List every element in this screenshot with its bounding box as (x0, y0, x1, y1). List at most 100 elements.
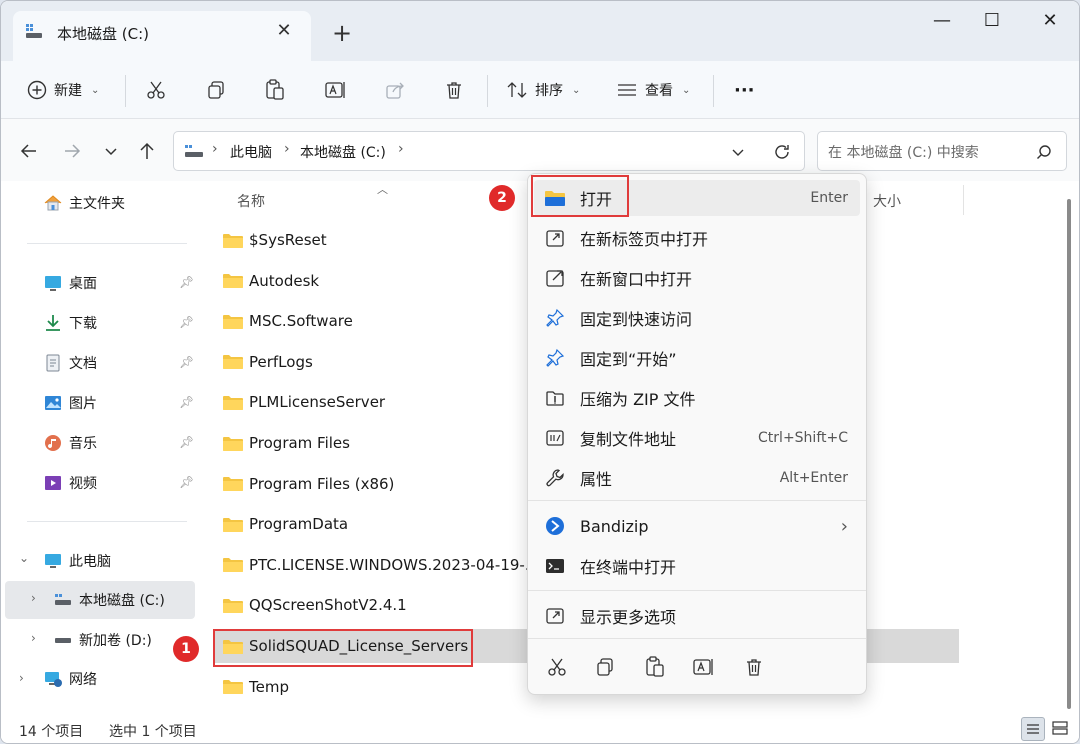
sidebar-item-label: 新加卷 (D:) (79, 633, 152, 649)
sidebar-item-label: 音乐 (69, 436, 97, 452)
menu-item-copy-path[interactable]: 复制文件地址 Ctrl+Shift+C (534, 420, 860, 456)
tiles-view-button[interactable] (1049, 717, 1073, 741)
address-dropdown-icon[interactable] (730, 144, 746, 160)
command-bar: 新建 ⌄ 排序 ⌄ 查看 ⌄ ··· (1, 61, 1079, 119)
menu-item-show-more-options[interactable]: 显示更多选项 (534, 598, 860, 634)
video-icon (45, 476, 61, 490)
menu-item-open-new-window[interactable]: 在新窗口中打开 (534, 260, 860, 296)
chevron-right-icon[interactable]: › (31, 591, 36, 605)
address-bar[interactable]: › 此电脑 › 本地磁盘 (C:) › (173, 131, 805, 171)
sidebar-item-label: 主文件夹 (69, 196, 125, 212)
menu-item-open-terminal[interactable]: 在终端中打开 (534, 548, 860, 584)
view-button[interactable]: 查看 ⌄ (616, 73, 690, 107)
column-header-name[interactable]: 名称 (237, 191, 265, 211)
menu-item-pin-start[interactable]: 固定到“开始” (534, 340, 860, 376)
zip-icon (544, 387, 566, 409)
sidebar-item-label: 此电脑 (69, 554, 111, 570)
pin-icon[interactable]: 📌︎ (179, 355, 194, 369)
menu-item-label: 复制文件地址 (580, 430, 677, 449)
cut-button[interactable] (146, 73, 166, 107)
menu-separator (528, 500, 866, 501)
status-bar: 14 个项目 选中 1 个项目 (1, 715, 1079, 743)
menu-item-bandizip[interactable]: Bandizip › (534, 508, 860, 544)
column-header-size[interactable]: 大小 (873, 191, 901, 211)
file-name: Temp (249, 677, 289, 696)
menu-delete-button[interactable] (739, 650, 769, 684)
new-tab-icon[interactable]: + (327, 18, 357, 48)
menu-item-label: 在新窗口中打开 (580, 270, 693, 289)
pin-icon[interactable]: 📌︎ (179, 275, 194, 289)
paste-button[interactable] (265, 73, 285, 107)
copy-button[interactable] (206, 73, 226, 107)
menu-item-properties[interactable]: 属性 Alt+Enter (534, 460, 860, 496)
up-arrow-icon[interactable] (133, 137, 161, 165)
vertical-scrollbar[interactable] (1067, 199, 1071, 709)
back-arrow-icon[interactable] (16, 137, 44, 165)
more-icon: ··· (734, 79, 755, 101)
chevron-right-icon: › (284, 141, 290, 157)
breadcrumb-local-disk[interactable]: 本地磁盘 (C:) (300, 142, 386, 162)
terminal-icon (544, 555, 566, 577)
folder-icon (223, 233, 243, 248)
recent-chevron-icon[interactable] (97, 137, 125, 165)
file-name: ProgramData (249, 515, 349, 534)
file-explorer-window: 本地磁盘 (C:) ✕ + — ☐ ✕ 新建 ⌄ 排序 ⌄ 查看 ⌄ ··· ›… (0, 0, 1080, 744)
menu-item-shortcut: Enter (810, 190, 848, 206)
address-row: › 此电脑 › 本地磁盘 (C:) › 在 本地磁盘 (C:) 中搜索 (1, 119, 1079, 181)
pin-icon[interactable]: 📌︎ (179, 315, 194, 329)
menu-paste-button[interactable] (640, 650, 670, 684)
chevron-right-icon[interactable]: › (19, 671, 24, 685)
file-name: PTC.LICENSE.WINDOWS.2023-04-19-... (249, 555, 540, 574)
folder-icon (223, 274, 243, 289)
rename-button[interactable] (325, 73, 347, 107)
home-icon (44, 195, 62, 211)
chevron-right-icon[interactable]: › (31, 631, 36, 645)
menu-item-compress-zip[interactable]: 压缩为 ZIP 文件 (534, 380, 860, 416)
scissors-icon (548, 658, 566, 676)
refresh-icon[interactable] (772, 142, 792, 162)
pin-icon (544, 307, 566, 329)
search-input[interactable]: 在 本地磁盘 (C:) 中搜索 (817, 131, 1067, 171)
menu-cut-button[interactable] (542, 650, 572, 684)
sort-button[interactable]: 排序 ⌄ (506, 73, 580, 107)
menu-item-label: 属性 (580, 470, 613, 489)
search-icon[interactable] (1036, 144, 1052, 160)
pin-icon[interactable]: 📌︎ (179, 395, 194, 409)
delete-button[interactable] (444, 73, 464, 107)
sidebar-item-label: 桌面 (69, 276, 97, 292)
sidebar-item-label: 文档 (69, 356, 97, 372)
close-tab-icon[interactable]: ✕ (271, 18, 297, 44)
toolbar-divider (125, 75, 126, 107)
menu-item-open-new-tab[interactable]: 在新标签页中打开 (534, 220, 860, 256)
clipboard-icon (266, 79, 284, 100)
sidebar-divider (27, 521, 187, 522)
close-window-button[interactable]: ✕ (1027, 3, 1073, 39)
drive-icon (55, 638, 71, 643)
scissors-icon (147, 81, 165, 99)
menu-item-label: 压缩为 ZIP 文件 (580, 390, 696, 409)
menu-item-pin-quick-access[interactable]: 固定到快速访问 (534, 300, 860, 336)
file-name: Program Files (x86) (249, 474, 395, 493)
chevron-down-icon: ⌄ (682, 84, 691, 96)
maximize-button[interactable]: ☐ (969, 3, 1015, 39)
folder-icon (223, 355, 243, 370)
menu-rename-button[interactable] (689, 650, 719, 684)
tab-local-disk[interactable]: 本地磁盘 (C:) ✕ (13, 11, 311, 61)
more-button[interactable]: ··· (734, 73, 755, 107)
chevron-down-icon[interactable]: ⌄ (19, 551, 29, 565)
details-view-button[interactable] (1021, 717, 1045, 741)
chevron-down-icon: ⌄ (572, 84, 581, 96)
pin-icon[interactable]: 📌︎ (179, 475, 194, 489)
toolbar-divider (487, 75, 488, 107)
menu-item-shortcut: Alt+Enter (779, 470, 848, 486)
share-button[interactable] (385, 73, 405, 107)
breadcrumb-this-pc[interactable]: 此电脑 (230, 142, 272, 162)
desktop-icon (45, 276, 61, 291)
new-button[interactable]: 新建 ⌄ (27, 73, 99, 107)
pin-icon[interactable]: 📌︎ (179, 435, 194, 449)
folder-icon (223, 558, 243, 573)
minimize-button[interactable]: — (919, 3, 965, 39)
forward-arrow-icon[interactable] (58, 137, 86, 165)
menu-copy-button[interactable] (590, 650, 620, 684)
new-tab-icon (544, 227, 566, 249)
